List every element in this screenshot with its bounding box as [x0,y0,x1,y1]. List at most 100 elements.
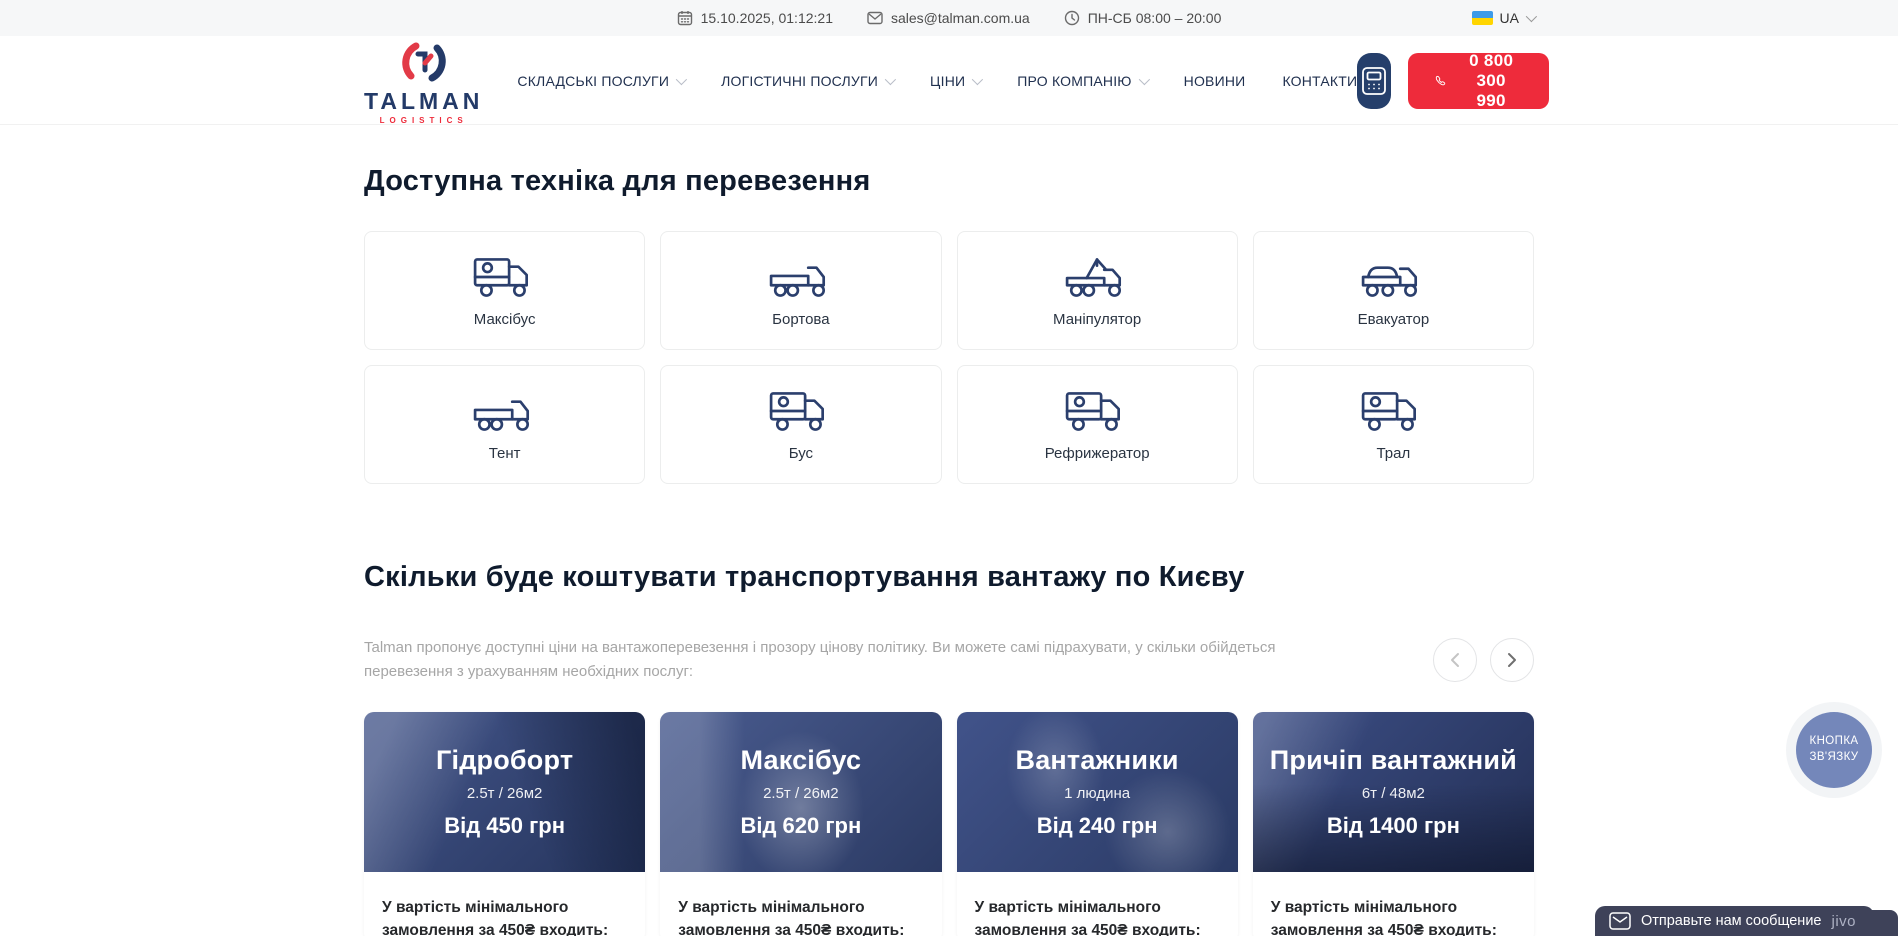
price-card-title: Причіп вантажний [1270,745,1517,776]
site-header: TALMAN LOGISTICS СКЛАДСЬКІ ПОСЛУГИ ЛОГІС… [0,36,1898,125]
carousel-next-button[interactable] [1490,638,1534,682]
vehicle-card-maksibus[interactable]: Максібус [364,231,645,350]
price-card-photo: Максібус 2.5т / 26м2 Від 620 грн [660,712,941,872]
price-card-photo: Причіп вантажний 6т / 48м2 Від 1400 грн [1253,712,1534,872]
crane-truck-icon [1064,254,1130,300]
chevron-down-icon [972,73,983,84]
pricing-cards-grid: Гідроборт 2.5т / 26м2 Від 450 грн У варт… [364,712,1534,936]
vehicle-label: Трал [1376,445,1410,462]
calendar-icon [677,10,693,26]
working-hours: ПН-СБ 08:00 – 20:00 [1064,10,1222,26]
calculator-button[interactable] [1357,53,1390,109]
tow-truck-icon [1360,254,1426,300]
price-card-spec: 1 людина [1064,785,1130,802]
logo-subtitle: LOGISTICS [380,116,468,125]
chevron-down-icon [676,73,687,84]
language-selector[interactable]: UA [1472,0,1534,36]
clock-icon [1064,10,1080,26]
email-text: sales@talman.com.ua [891,10,1030,26]
chevron-down-icon [885,73,896,84]
vehicle-label: Рефрижератор [1045,445,1150,462]
price-card-price: Від 450 грн [444,813,565,839]
chat-widget-bar[interactable]: Отправьте нам сообщение jivo [1595,906,1874,936]
reefer-truck-icon [1064,388,1130,434]
price-card-spec: 6т / 48м2 [1362,785,1425,802]
nav-news[interactable]: НОВИНИ [1184,73,1246,89]
logo-mark-icon [398,36,450,88]
nav-label: ЛОГІСТИЧНІ ПОСЛУГИ [721,73,878,89]
nav-label: ЦІНИ [930,73,965,89]
logo[interactable]: TALMAN LOGISTICS [364,36,483,125]
phone-number: 0 800 300 990 [1460,51,1523,111]
main-nav: СКЛАДСЬКІ ПОСЛУГИ ЛОГІСТИЧНІ ПОСЛУГИ ЦІН… [517,73,1357,89]
vehicles-section-title: Доступна техніка для перевезення [364,165,1534,198]
nav-contacts[interactable]: КОНТАКТИ [1282,73,1357,89]
vehicles-grid: Максібус Бортова Маніпулятор Евакуатор Т… [364,231,1534,484]
top-info-bar: 15.10.2025, 01:12:21 sales@talman.com.ua… [0,0,1898,36]
van-truck-icon [768,388,834,434]
hours-text: ПН-СБ 08:00 – 20:00 [1088,10,1222,26]
chevron-down-icon [1526,11,1537,22]
chevron-right-icon [1507,652,1517,668]
vehicle-label: Тент [489,445,521,462]
logo-title: TALMAN [364,90,483,113]
vehicle-card-bortova[interactable]: Бортова [660,231,941,350]
vehicle-card-evakuator[interactable]: Евакуатор [1253,231,1534,350]
nav-label: СКЛАДСЬКІ ПОСЛУГИ [517,73,669,89]
chat-envelope-icon [1609,912,1631,930]
vehicle-label: Евакуатор [1358,311,1430,328]
envelope-icon [867,11,883,25]
nav-prices[interactable]: ЦІНИ [930,73,980,89]
pricing-carousel-controls [1433,638,1534,682]
lowboy-truck-icon [1360,388,1426,434]
price-card-cargo-trailer[interactable]: Причіп вантажний 6т / 48м2 Від 1400 грн … [1253,712,1534,936]
price-card-hydroboard[interactable]: Гідроборт 2.5т / 26м2 Від 450 грн У варт… [364,712,645,936]
pricing-section-title: Скільки буде коштувати транспортування в… [364,561,1534,594]
pricing-description: Talman пропонує доступні ціни на вантажо… [364,636,1289,684]
price-card-price: Від 240 грн [1037,813,1158,839]
vehicle-card-tral[interactable]: Трал [1253,365,1534,484]
email-contact[interactable]: sales@talman.com.ua [867,10,1030,26]
phone-icon [1434,69,1447,93]
vehicle-label: Бортова [772,311,829,328]
chevron-down-icon [1138,73,1149,84]
price-card-note: У вартість мінімального замовлення за 45… [957,872,1238,936]
phone-call-button[interactable]: 0 800 300 990 [1408,53,1549,109]
price-card-note: У вартість мінімального замовлення за 45… [364,872,645,936]
vehicle-card-tent[interactable]: Тент [364,365,645,484]
flatbed-truck-icon [768,254,834,300]
vehicle-label: Маніпулятор [1053,311,1141,328]
price-card-photo: Гідроборт 2.5т / 26м2 Від 450 грн [364,712,645,872]
callback-label-line2: ЗВ'ЯЗКУ [1810,750,1859,766]
nav-about-company[interactable]: ПРО КОМПАНІЮ [1017,73,1146,89]
price-card-photo: Вантажники 1 людина Від 240 грн [957,712,1238,872]
price-card-price: Від 620 грн [740,813,861,839]
price-card-spec: 2.5т / 26м2 [467,785,543,802]
vehicle-card-manipulator[interactable]: Маніпулятор [957,231,1238,350]
jivo-brand-label: jivo [1831,913,1856,930]
datetime-display: 15.10.2025, 01:12:21 [677,10,833,26]
price-card-title: Вантажники [1016,745,1179,776]
nav-label: НОВИНИ [1184,73,1246,89]
nav-logistics-services[interactable]: ЛОГІСТИЧНІ ПОСЛУГИ [721,73,893,89]
chat-message-text: Отправьте нам сообщение [1641,913,1822,929]
box-truck-icon [472,254,538,300]
carousel-prev-button[interactable] [1433,638,1477,682]
price-card-spec: 2.5т / 26м2 [763,785,839,802]
vehicle-label: Бус [789,445,813,462]
vehicle-card-refrigerator[interactable]: Рефрижератор [957,365,1238,484]
price-card-note: У вартість мінімального замовлення за 45… [660,872,941,936]
callback-label-line1: КНОПКА [1810,734,1859,750]
nav-warehouse-services[interactable]: СКЛАДСЬКІ ПОСЛУГИ [517,73,684,89]
price-card-maksibus[interactable]: Максібус 2.5т / 26м2 Від 620 грн У варті… [660,712,941,936]
language-code: UA [1500,10,1519,26]
callback-widget-button[interactable]: КНОПКА ЗВ'ЯЗКУ [1786,702,1882,798]
vehicle-label: Максібус [474,311,536,328]
datetime-text: 15.10.2025, 01:12:21 [701,10,833,26]
vehicle-card-bus[interactable]: Бус [660,365,941,484]
price-card-price: Від 1400 грн [1327,813,1460,839]
ukraine-flag-icon [1472,11,1493,25]
tent-truck-icon [472,388,538,434]
price-card-loaders[interactable]: Вантажники 1 людина Від 240 грн У вартіс… [957,712,1238,936]
calculator-icon [1361,66,1387,96]
